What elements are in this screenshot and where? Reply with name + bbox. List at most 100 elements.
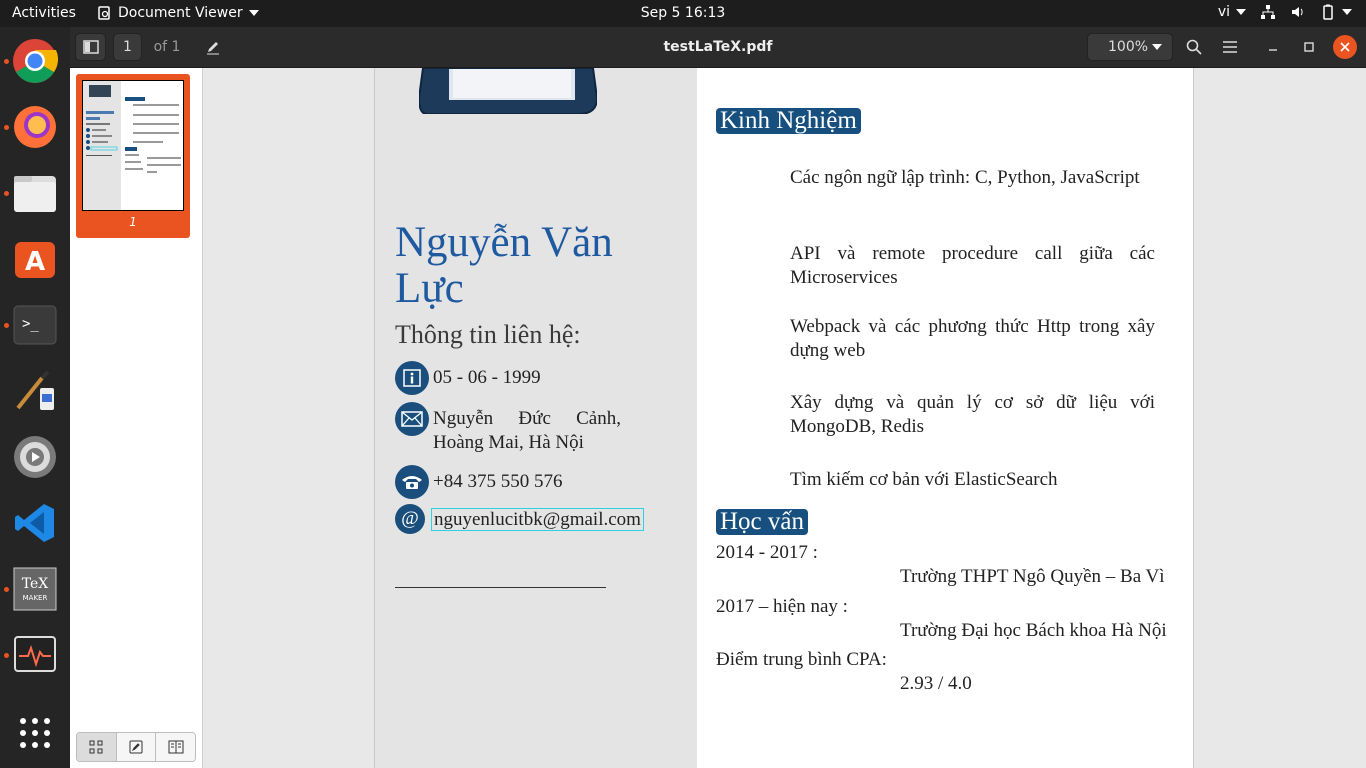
- page-number-input[interactable]: 1: [113, 33, 142, 61]
- apps-grid-icon[interactable]: [11, 709, 59, 757]
- at-icon: @: [395, 504, 425, 534]
- chrome-icon[interactable]: [11, 37, 59, 85]
- running-indicator: [4, 59, 9, 64]
- email-link[interactable]: nguyenlucitbk@gmail.com: [431, 504, 644, 534]
- document-viewer-icon: [98, 6, 110, 20]
- at-symbol: @: [401, 508, 419, 529]
- app-menu-label: Document Viewer: [118, 5, 243, 21]
- hamburger-icon: [1223, 41, 1237, 53]
- running-indicator: [4, 323, 9, 328]
- left-column: Nguyễn Văn Lực Thông tin liên hệ: 05 - 0…: [375, 68, 697, 768]
- network-icon: [1261, 5, 1275, 19]
- running-indicator: [4, 125, 9, 130]
- annotations-tab[interactable]: [116, 733, 157, 761]
- svg-text:TeX: TeX: [22, 576, 49, 592]
- thumbnail-label: 1: [129, 215, 137, 229]
- running-indicator: [4, 587, 9, 592]
- battery-icon: [1323, 4, 1333, 20]
- contact-email: @ nguyenlucitbk@gmail.com: [395, 504, 644, 534]
- paint-icon[interactable]: [11, 367, 59, 415]
- right-column: Kinh Nghiệm Các ngôn ngữ lập trình: C, P…: [716, 68, 1186, 768]
- thumbnail-image: [82, 80, 184, 211]
- sidebar-icon: [82, 40, 99, 54]
- birthday-text: 05 - 06 - 1999: [433, 367, 541, 388]
- experience-item: Xây dựng và quản lý cơ sở dữ liệu với Mo…: [790, 392, 1155, 437]
- chevron-down-icon: [1152, 44, 1162, 50]
- education-heading: Học vấn: [716, 509, 808, 535]
- maximize-icon: [1304, 42, 1314, 52]
- person-name: Nguyễn Văn Lực: [395, 219, 613, 312]
- education-period: 2014 - 2017 :: [716, 542, 818, 563]
- contact-heading: Thông tin liên hệ:: [395, 320, 581, 349]
- svg-text:A: A: [25, 247, 45, 277]
- education-school: Trường THPT Ngô Quyền – Ba Vì: [900, 566, 1165, 587]
- experience-item: Các ngôn ngữ lập trình: C, Python, JavaS…: [790, 167, 1140, 188]
- book-icon: [168, 740, 184, 754]
- system-tray[interactable]: vi: [1218, 4, 1352, 20]
- thumbnail-sidebar: 1: [70, 68, 203, 768]
- firefox-icon[interactable]: [11, 103, 59, 151]
- running-indicator: [4, 191, 9, 196]
- chevron-down-icon: [1236, 9, 1246, 15]
- sidebar-mode-switcher: [76, 732, 196, 762]
- search-icon: [1186, 39, 1202, 55]
- envelope-icon: [395, 402, 429, 436]
- annotate-button[interactable]: [198, 33, 228, 61]
- education-school: Trường Đại học Bách khoa Hà Nội: [900, 620, 1167, 641]
- app-menu[interactable]: Document Viewer: [96, 5, 259, 21]
- settings-icon[interactable]: [11, 433, 59, 481]
- running-indicator: [4, 653, 9, 658]
- battery-menu[interactable]: [1320, 4, 1352, 20]
- software-icon[interactable]: A: [11, 235, 59, 283]
- sidebar-toggle-button[interactable]: [75, 33, 106, 61]
- window-header: 1 of 1 testLaTeX.pdf 100%: [70, 27, 1366, 68]
- contact-phone: +84 375 550 576: [395, 465, 562, 499]
- page-thumbnail[interactable]: 1: [76, 74, 190, 238]
- minimize-button[interactable]: [1259, 33, 1287, 61]
- email-text[interactable]: nguyenlucitbk@gmail.com: [431, 508, 644, 531]
- phone-icon: [395, 465, 429, 499]
- info-icon: [395, 361, 429, 395]
- pdf-page: Nguyễn Văn Lực Thông tin liên hệ: 05 - 0…: [375, 68, 1193, 768]
- education-period: 2017 – hiện nay :: [716, 596, 848, 617]
- menu-button[interactable]: [1216, 33, 1244, 61]
- address-text: Nguyễn Đức Cảnh, Hoàng Mai, Hà Nội: [433, 408, 621, 453]
- experience-heading: Kinh Nghiệm: [716, 108, 861, 134]
- close-button[interactable]: [1333, 35, 1357, 59]
- maximize-button[interactable]: [1295, 33, 1323, 61]
- input-language[interactable]: vi: [1218, 4, 1246, 20]
- close-icon: [1340, 42, 1350, 52]
- experience-item: API và remote procedure call giữa các Mi…: [790, 243, 1155, 288]
- chevron-down-icon: [248, 10, 259, 16]
- minimize-icon: [1269, 49, 1277, 51]
- document-view[interactable]: Nguyễn Văn Lực Thông tin liên hệ: 05 - 0…: [203, 68, 1366, 768]
- system-monitor-icon[interactable]: [11, 631, 59, 679]
- pencil-icon: [207, 42, 219, 55]
- phone-text: +84 375 550 576: [433, 471, 563, 492]
- dock: A >_ TeX MAKER: [0, 27, 70, 768]
- gpa-value: 2.93 / 4.0: [900, 673, 972, 694]
- zoom-select[interactable]: 100%: [1087, 33, 1173, 61]
- svg-text:MAKER: MAKER: [23, 594, 48, 602]
- outline-tab[interactable]: [156, 733, 195, 761]
- contact-address: Nguyễn Đức Cảnh, Hoàng Mai, Hà Nội: [395, 402, 621, 455]
- grid-icon: [89, 740, 103, 754]
- texmaker-icon[interactable]: TeX MAKER: [11, 565, 59, 613]
- files-icon[interactable]: [11, 169, 59, 217]
- experience-item: Tìm kiếm cơ bản với ElasticSearch: [790, 469, 1058, 490]
- svg-text:>_: >_: [22, 316, 39, 332]
- gpa-label: Điểm trung bình CPA:: [716, 649, 887, 670]
- chevron-down-icon: [1342, 9, 1352, 15]
- activities-button[interactable]: Activities: [12, 5, 76, 21]
- zoom-value: 100%: [1108, 39, 1149, 55]
- top-bar: Activities Document Viewer Sep 5 16:13 v…: [0, 0, 1366, 27]
- vscode-icon[interactable]: [11, 499, 59, 547]
- terminal-icon[interactable]: >_: [11, 301, 59, 349]
- search-button[interactable]: [1180, 33, 1208, 61]
- divider: [395, 587, 606, 588]
- experience-item: Webpack và các phương thức Http trong xâ…: [790, 316, 1155, 361]
- annotation-icon: [129, 740, 143, 754]
- thumbnails-tab[interactable]: [77, 733, 117, 761]
- volume-icon: [1292, 7, 1303, 17]
- page-count: of 1: [153, 39, 181, 55]
